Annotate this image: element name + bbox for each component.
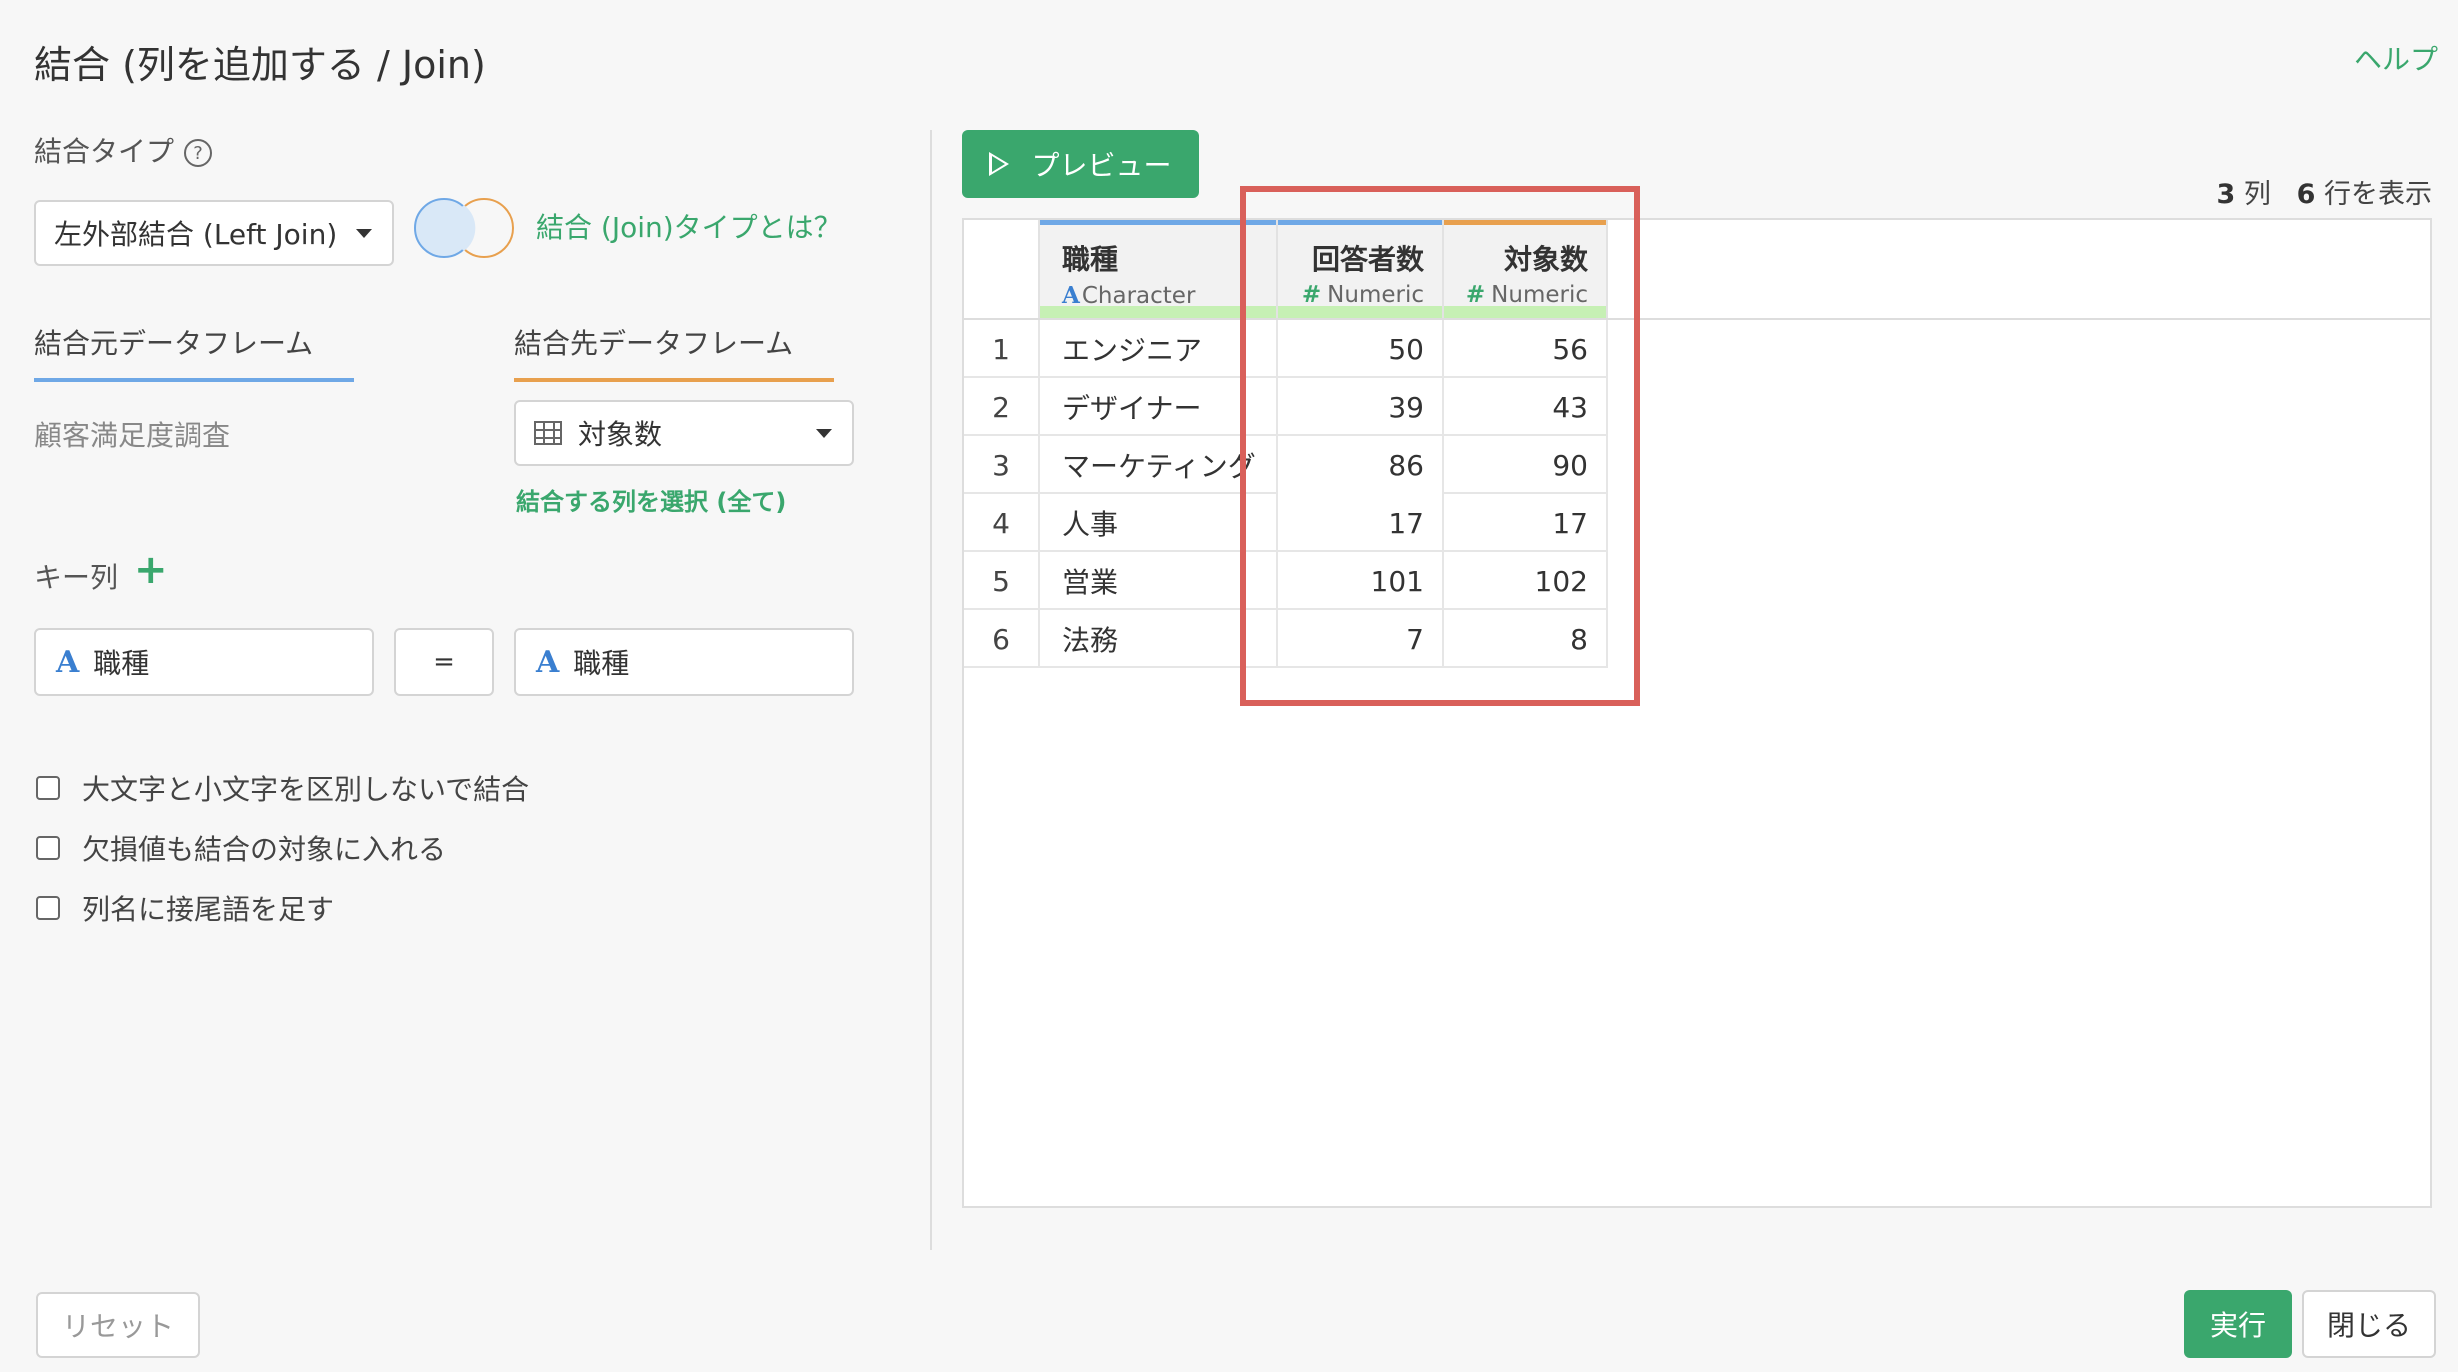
row-index: 5 bbox=[964, 552, 1040, 610]
option-add-suffix[interactable]: 列名に接尾語を足す bbox=[36, 888, 334, 928]
row-index: 6 bbox=[964, 610, 1040, 668]
join-type-help-link[interactable]: 結合 (Join)タイプとは？ bbox=[536, 206, 842, 246]
play-icon bbox=[989, 152, 1010, 176]
add-key-plus-icon[interactable]: + bbox=[134, 550, 168, 590]
reset-button[interactable]: リセット bbox=[36, 1292, 200, 1358]
run-button[interactable]: 実行 bbox=[2184, 1290, 2292, 1358]
preview-button[interactable]: プレビュー bbox=[962, 130, 1199, 198]
preview-button-label: プレビュー bbox=[1031, 149, 1172, 182]
character-type-icon: A bbox=[56, 644, 80, 680]
right-key-value: 職種 bbox=[573, 647, 630, 680]
row-col-counts: 3 列 6 行を表示 bbox=[2216, 172, 2432, 211]
index-header bbox=[964, 220, 1040, 318]
key-columns-label: キー列 bbox=[34, 561, 119, 594]
col-count: 3 bbox=[2216, 179, 2236, 210]
target-dataframe-value: 対象数 bbox=[578, 418, 663, 451]
join-type-value: 左外部結合 (Left Join) bbox=[54, 218, 338, 251]
tab-source-dataframe[interactable]: 結合元データフレーム bbox=[34, 322, 354, 382]
key-operator-select[interactable]: = bbox=[394, 628, 494, 696]
join-type-select[interactable]: 左外部結合 (Left Join) bbox=[34, 200, 394, 266]
checkbox[interactable] bbox=[36, 896, 60, 920]
chevron-down-icon bbox=[356, 229, 372, 238]
right-key-select[interactable]: A 職種 bbox=[514, 628, 854, 696]
tab-target-dataframe[interactable]: 結合先データフレーム bbox=[514, 322, 834, 382]
column-type: ACharacter bbox=[1062, 282, 1195, 309]
venn-diagram-icon bbox=[414, 198, 514, 258]
row-index: 3 bbox=[964, 436, 1040, 494]
panel-divider bbox=[930, 130, 932, 1250]
question-circle-icon[interactable]: ? bbox=[184, 139, 213, 167]
left-key-select[interactable]: A 職種 bbox=[34, 628, 374, 696]
highlight-annotation-box bbox=[1240, 186, 1640, 706]
left-key-value: 職種 bbox=[93, 647, 150, 680]
close-button[interactable]: 閉じる bbox=[2302, 1290, 2436, 1358]
col-unit: 列 bbox=[2243, 179, 2271, 210]
option-label: 欠損値も結合の対象に入れる bbox=[82, 833, 447, 866]
join-type-label: 結合タイプ? bbox=[34, 130, 213, 170]
row-unit: 行を表示 bbox=[2324, 179, 2432, 210]
row-count: 6 bbox=[2296, 179, 2316, 210]
help-link[interactable]: ヘルプ bbox=[2354, 38, 2438, 78]
column-name: 職種 bbox=[1062, 243, 1119, 276]
target-dataframe-select[interactable]: 対象数 bbox=[514, 400, 854, 466]
row-index: 4 bbox=[964, 494, 1040, 552]
table-icon bbox=[534, 421, 562, 445]
chevron-down-icon bbox=[816, 429, 832, 438]
row-index: 1 bbox=[964, 320, 1040, 378]
checkbox[interactable] bbox=[36, 836, 60, 860]
row-index: 2 bbox=[964, 378, 1040, 436]
dialog-title: 結合 (列を追加する / Join) bbox=[34, 43, 486, 87]
select-columns-link[interactable]: 結合する列を選択 (全て) bbox=[516, 482, 786, 517]
checkbox[interactable] bbox=[36, 776, 60, 800]
character-type-icon: A bbox=[1062, 282, 1080, 309]
option-case-insensitive[interactable]: 大文字と小文字を区別しないで結合 bbox=[36, 768, 529, 808]
source-dataframe-name: 顧客満足度調査 bbox=[34, 419, 231, 452]
join-type-label-text: 結合タイプ bbox=[34, 135, 175, 168]
character-type-icon: A bbox=[536, 644, 560, 680]
option-label: 大文字と小文字を区別しないで結合 bbox=[82, 773, 530, 806]
option-include-na[interactable]: 欠損値も結合の対象に入れる bbox=[36, 828, 446, 868]
option-label: 列名に接尾語を足す bbox=[82, 893, 335, 926]
